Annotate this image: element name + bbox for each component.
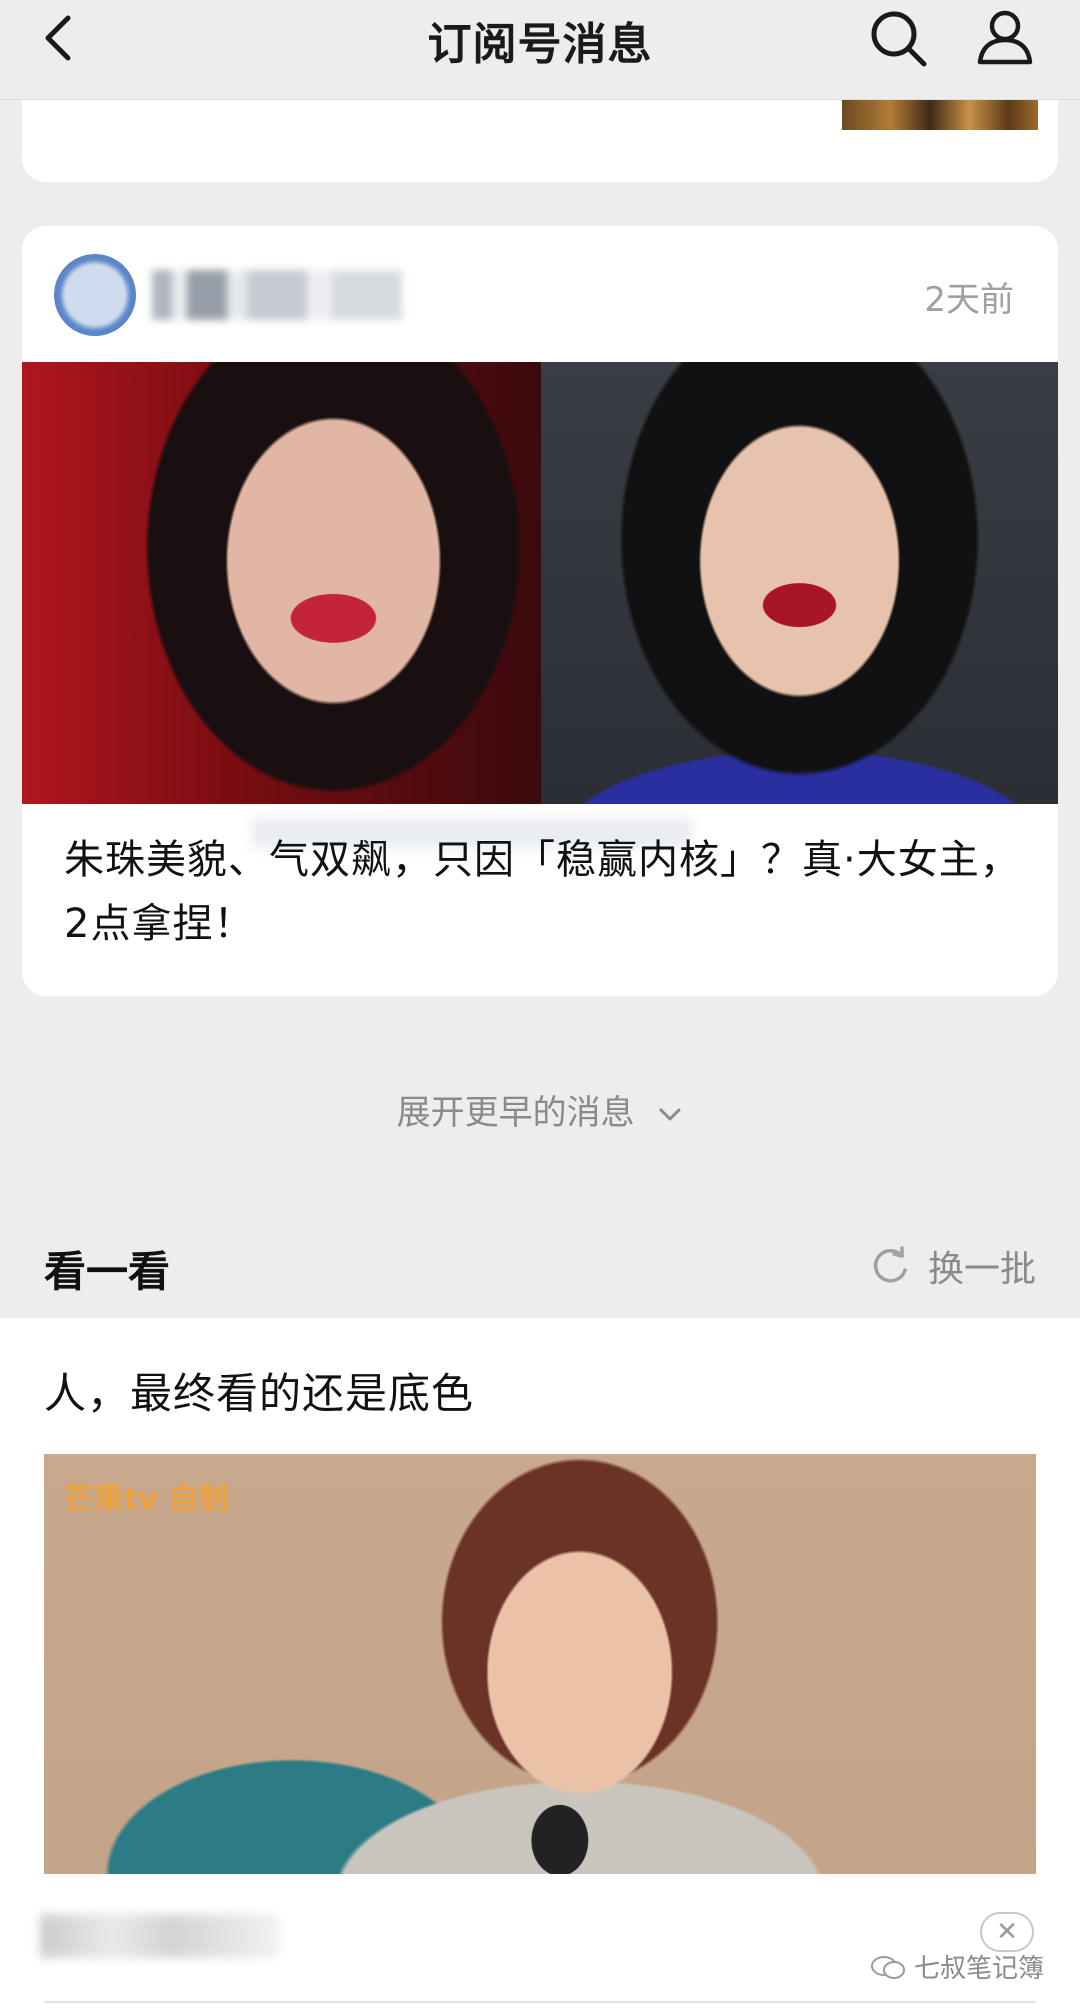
refresh-button[interactable]: 换一批 <box>868 1240 1036 1292</box>
search-icon[interactable] <box>866 4 932 70</box>
close-icon: ✕ <box>996 1917 1018 1947</box>
article-thumbnail <box>842 96 1038 130</box>
message-timestamp: 2天前 <box>924 280 1014 320</box>
recommended-article[interactable]: 人，最终看的还是底色 芒果tv 自制 ✕ 七叔笔记簿 <box>0 1318 1080 2012</box>
refresh-icon <box>873 1246 907 1283</box>
cover-photo-right <box>541 362 1058 804</box>
cover-photo-left <box>22 362 541 804</box>
wechat-icon <box>871 1955 905 1979</box>
article-title[interactable]: 朱珠美貌、气双飙，只因「稳赢内核」？真·大女主，2点拿捏！ <box>64 828 1024 956</box>
article-source-blurred <box>40 1914 280 1958</box>
chevron-down-icon <box>659 1108 681 1120</box>
expand-earlier-messages[interactable]: 展开更早的消息 <box>0 1085 1080 1134</box>
dismiss-button[interactable]: ✕ <box>980 1912 1034 1952</box>
subscription-article-card[interactable]: 2天前 朱珠美貌、气双飙，只因「稳赢内核」？真·大女主，2点拿捏！ <box>22 226 1058 996</box>
watermark: 七叔笔记簿 <box>870 1948 1044 1985</box>
top-bar: 订阅号消息 <box>0 0 1080 100</box>
refresh-label: 换一批 <box>927 1249 1036 1290</box>
account-avatar[interactable] <box>54 254 136 336</box>
divider <box>44 2001 1036 2003</box>
channel-logo: 芒果tv 自制 <box>64 1482 229 1517</box>
article-cover-image[interactable] <box>22 362 1058 804</box>
account-name-blurred <box>152 270 402 320</box>
recommended-article-title[interactable]: 人，最终看的还是底色 <box>44 1360 474 1421</box>
expand-label: 展开更早的消息 <box>396 1093 635 1133</box>
watermark-text: 七叔笔记簿 <box>914 1954 1045 1984</box>
section-title: 看一看 <box>44 1247 171 1296</box>
recommended-article-image[interactable]: 芒果tv 自制 <box>44 1454 1036 1874</box>
user-icon[interactable] <box>972 4 1038 70</box>
